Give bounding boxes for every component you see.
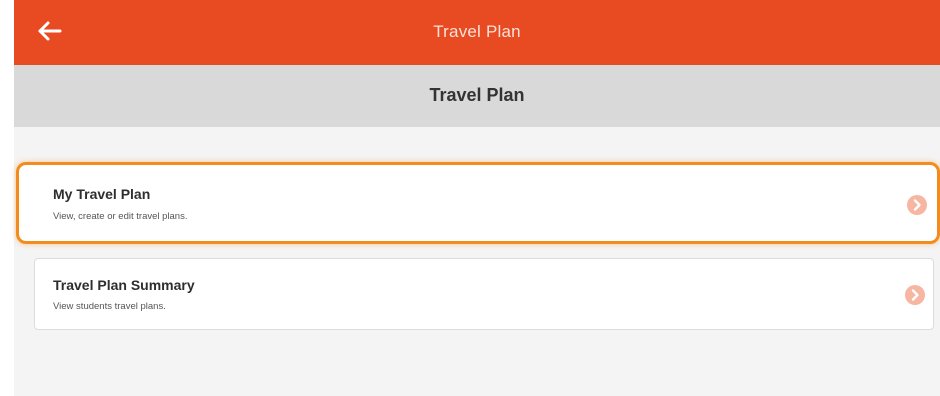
menu-item-title: My Travel Plan (53, 186, 151, 202)
menu-item-title: Travel Plan Summary (53, 277, 195, 293)
menu-item-description: View, create or edit travel plans. (53, 211, 188, 222)
chevron-right-circle-icon (905, 285, 925, 305)
page-title: Travel Plan (429, 85, 525, 105)
menu-item-description: View students travel plans. (53, 301, 166, 312)
page-header: Travel Plan (14, 65, 940, 127)
top-app-bar: Travel Plan (14, 0, 940, 65)
app-screen: Travel Plan Travel Plan My Travel Plan V… (14, 0, 940, 396)
chevron-right-circle-icon (907, 195, 927, 215)
menu-item-travel-plan-summary[interactable]: Travel Plan Summary View students travel… (34, 258, 934, 330)
app-bar-title: Travel Plan (433, 22, 521, 41)
menu-item-my-travel-plan[interactable]: My Travel Plan View, create or edit trav… (16, 162, 940, 244)
